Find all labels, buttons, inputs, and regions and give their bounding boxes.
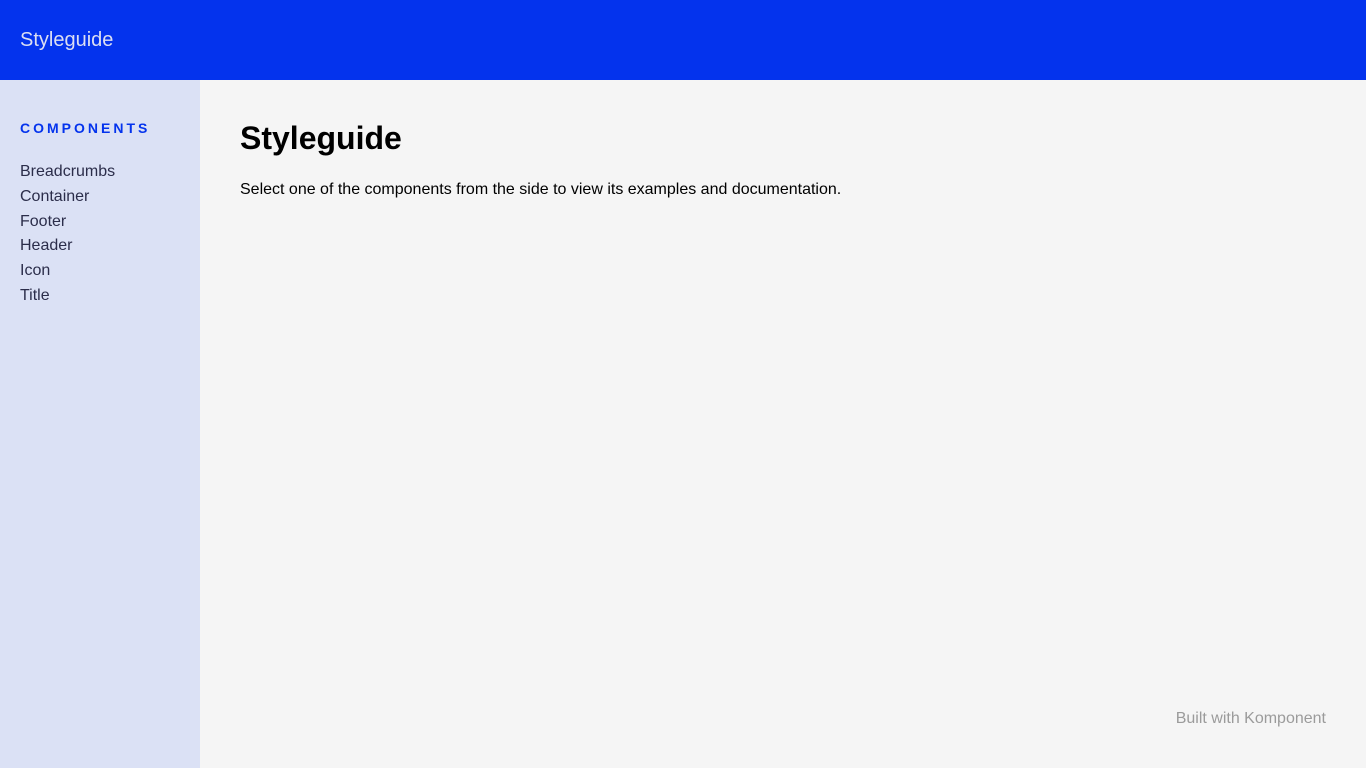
sidebar-item-header[interactable]: Header: [20, 234, 180, 259]
sidebar-item-title[interactable]: Title: [20, 284, 180, 309]
sidebar-item-footer[interactable]: Footer: [20, 210, 180, 235]
page-description: Select one of the components from the si…: [240, 181, 1326, 199]
sidebar-item-icon[interactable]: Icon: [20, 259, 180, 284]
header-title-link[interactable]: Styleguide: [20, 29, 113, 52]
sidebar-heading: Components: [20, 120, 180, 136]
header: Styleguide: [0, 0, 1366, 80]
layout: Components Breadcrumbs Container Footer …: [0, 80, 1366, 768]
sidebar-list: Breadcrumbs Container Footer Header Icon…: [20, 160, 180, 309]
sidebar-item-breadcrumbs[interactable]: Breadcrumbs: [20, 160, 180, 185]
page-title: Styleguide: [240, 120, 1326, 157]
main: Styleguide Select one of the components …: [200, 80, 1366, 768]
sidebar-item-container[interactable]: Container: [20, 185, 180, 210]
footer-note-link[interactable]: Built with Komponent: [1176, 710, 1326, 728]
sidebar: Components Breadcrumbs Container Footer …: [0, 80, 200, 768]
